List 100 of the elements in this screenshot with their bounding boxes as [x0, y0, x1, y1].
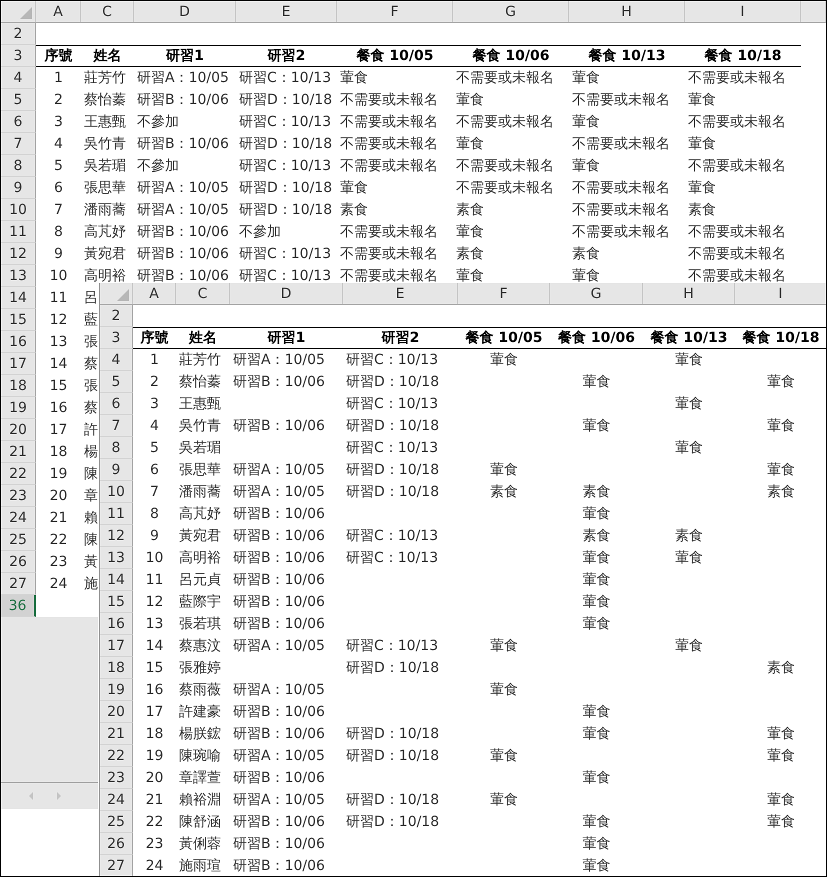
table-cell: 研習C：10/13	[239, 157, 332, 175]
row-header[interactable]: 19	[100, 679, 133, 701]
row-header[interactable]: 22	[1, 463, 36, 485]
row-header[interactable]: 18	[100, 657, 133, 679]
row-header[interactable]: 25	[100, 811, 133, 833]
row-header[interactable]: 7	[1, 133, 36, 155]
table-cell: 不需要或未報名	[340, 135, 438, 153]
row-header[interactable]: 13	[100, 547, 133, 569]
table-cell: 24	[50, 576, 68, 592]
row-header[interactable]: 5	[1, 89, 36, 111]
column-header[interactable]: G	[550, 283, 643, 304]
row-header[interactable]: 24	[100, 789, 133, 811]
column-header[interactable]: I	[685, 1, 801, 22]
header-cell: 餐食 10/05	[337, 45, 453, 67]
table-cell: 蔡	[84, 399, 98, 417]
table-cell: 研習A：10/05	[233, 351, 325, 369]
row-header[interactable]: 26	[100, 833, 133, 855]
scroll-right-icon[interactable]	[55, 791, 63, 801]
row-header[interactable]: 20	[1, 419, 36, 441]
table-cell: 3	[54, 114, 63, 130]
row-header[interactable]: 21	[1, 441, 36, 463]
row-header[interactable]: 11	[100, 503, 133, 525]
row-header[interactable]: 14	[100, 569, 133, 591]
table-cell: 研習B：10/06	[233, 703, 325, 721]
row-header[interactable]: 17	[100, 635, 133, 657]
row-header[interactable]: 27	[100, 855, 133, 876]
table-cell: 6	[54, 180, 63, 196]
row-header[interactable]: 24	[1, 507, 36, 529]
row-header[interactable]: 13	[1, 265, 36, 287]
column-header[interactable]: F	[337, 1, 453, 22]
table-cell: 葷食	[675, 549, 703, 567]
table-cell: 18	[50, 444, 68, 460]
column-header[interactable]: H	[643, 283, 735, 304]
row-header[interactable]: 23	[1, 485, 36, 507]
row-header[interactable]: 6	[100, 393, 133, 415]
row-header[interactable]: 7	[100, 415, 133, 437]
row-header[interactable]: 27	[1, 573, 36, 595]
table-cell: 研習B：10/06	[233, 593, 325, 611]
row-header[interactable]: 23	[100, 767, 133, 789]
row-header[interactable]: 4	[100, 349, 133, 371]
column-header[interactable]: A	[133, 283, 176, 304]
row-header[interactable]: 12	[100, 525, 133, 547]
row-header[interactable]: 20	[100, 701, 133, 723]
row-header[interactable]: 2	[100, 305, 133, 327]
column-header[interactable]: A	[36, 1, 81, 22]
table-cell: 施	[84, 575, 98, 593]
table-cell: 研習D：10/18	[239, 201, 332, 219]
row-header[interactable]: 6	[1, 111, 36, 133]
table-cell: 4	[150, 418, 159, 434]
row-header[interactable]: 10	[1, 199, 36, 221]
table-cell: 高明裕	[179, 549, 221, 567]
table-cell: 葷食	[490, 747, 518, 765]
row-header[interactable]: 10	[100, 481, 133, 503]
row-header[interactable]: 18	[1, 375, 36, 397]
table-cell: 葷食	[767, 373, 795, 391]
row-header[interactable]: 22	[100, 745, 133, 767]
table-cell: 葷食	[675, 395, 703, 413]
row-header[interactable]: 15	[100, 591, 133, 613]
table-cell: 張雅婷	[179, 659, 221, 677]
row-header[interactable]: 8	[100, 437, 133, 459]
row-header[interactable]: 21	[100, 723, 133, 745]
row-header[interactable]: 16	[1, 331, 36, 353]
row-header[interactable]: 25	[1, 529, 36, 551]
column-header[interactable]: H	[569, 1, 685, 22]
column-header[interactable]: E	[343, 283, 458, 304]
table-cell: 1	[54, 70, 63, 86]
row-header[interactable]: 11	[1, 221, 36, 243]
column-header[interactable]: D	[230, 283, 343, 304]
row-header[interactable]: 9	[1, 177, 36, 199]
row-header[interactable]: 4	[1, 67, 36, 89]
row-header[interactable]: 17	[1, 353, 36, 375]
table-cell: 葷食	[490, 637, 518, 655]
row-header[interactable]: 3	[1, 45, 36, 67]
column-header[interactable]: I	[735, 283, 826, 304]
row-header[interactable]: 2	[1, 23, 36, 45]
row-header[interactable]: 8	[1, 155, 36, 177]
scroll-left-icon[interactable]	[27, 791, 35, 801]
row-header[interactable]: 9	[100, 459, 133, 481]
row-header[interactable]: 15	[1, 309, 36, 331]
table-cell: 研習B：10/06	[137, 245, 229, 263]
table-cell: 10	[146, 550, 164, 566]
column-header[interactable]: C	[176, 283, 230, 304]
row-header[interactable]: 12	[1, 243, 36, 265]
row-header[interactable]: 16	[100, 613, 133, 635]
row-header[interactable]: 36	[1, 595, 36, 617]
table-cell: 研習C：10/13	[346, 351, 438, 369]
column-header[interactable]: F	[458, 283, 550, 304]
row-header[interactable]: 19	[1, 397, 36, 419]
row-header[interactable]: 5	[100, 371, 133, 393]
column-header[interactable]: G	[453, 1, 569, 22]
row-header[interactable]: 3	[100, 327, 133, 349]
header-cell: 研習2	[236, 45, 337, 67]
table-cell: 研習A：10/05	[137, 179, 229, 197]
table-cell: 張	[84, 377, 98, 395]
row-header[interactable]: 14	[1, 287, 36, 309]
column-header[interactable]: D	[134, 1, 236, 22]
column-header[interactable]: E	[236, 1, 337, 22]
table-cell: 不需要或未報名	[688, 113, 786, 131]
row-header[interactable]: 26	[1, 551, 36, 573]
column-header[interactable]: C	[81, 1, 134, 22]
